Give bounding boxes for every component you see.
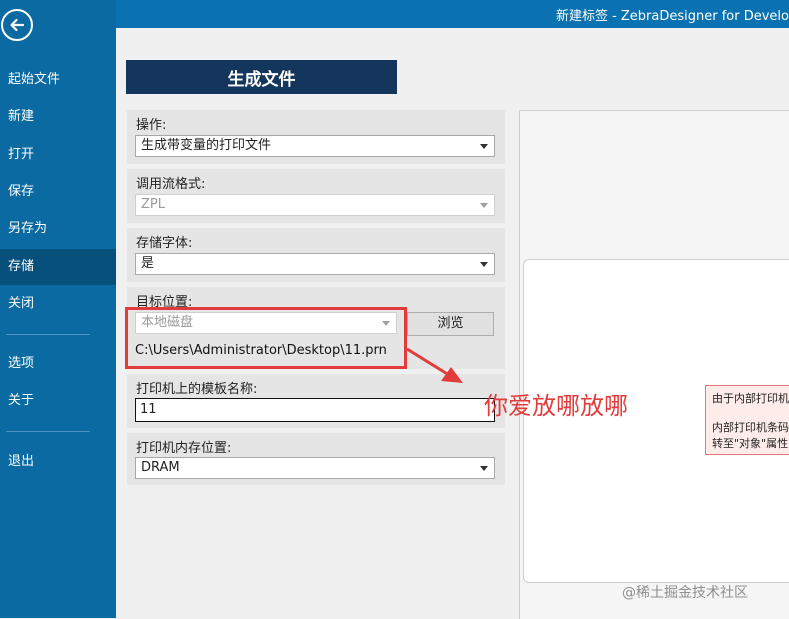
operation-value: 生成带变量的打印文件	[141, 138, 272, 153]
sidebar-item-options[interactable]: 选项	[0, 346, 116, 382]
template-name-value: 11	[140, 402, 157, 417]
watermark: @稀土掘金技术社区	[622, 585, 748, 601]
preview-warning: 由于内部打印机 内部打印机条码 转至"对象"属性	[705, 385, 789, 455]
store-fonts-value: 是	[141, 256, 155, 271]
chevron-down-icon	[480, 466, 488, 471]
memory-location-value: DRAM	[141, 460, 180, 475]
annotation-highlight-box	[125, 307, 407, 369]
sidebar-item-close[interactable]: 关闭	[0, 286, 116, 322]
sidebar-item-save[interactable]: 保存	[0, 174, 116, 210]
chevron-down-icon	[480, 262, 488, 267]
stream-format-group: 调用流格式: ZPL	[127, 169, 505, 223]
template-name-input[interactable]: 11	[135, 398, 495, 422]
sidebar-item-start[interactable]: 起始文件	[0, 62, 116, 98]
store-fonts-group: 存储字体: 是	[127, 228, 505, 282]
browse-button[interactable]: 浏览	[407, 312, 494, 336]
store-fonts-label: 存储字体:	[136, 236, 193, 251]
operation-group: 操作: 生成带变量的打印文件	[127, 110, 505, 164]
sidebar-item-about[interactable]: 关于	[0, 383, 116, 419]
memory-location-group: 打印机内存位置: DRAM	[127, 433, 505, 485]
memory-location-label: 打印机内存位置:	[136, 441, 232, 456]
chevron-down-icon	[480, 203, 488, 208]
sidebar-divider	[6, 334, 90, 335]
warning-line	[712, 406, 789, 419]
memory-location-select[interactable]: DRAM	[135, 457, 495, 479]
sidebar-item-save-as[interactable]: 另存为	[0, 211, 116, 247]
sidebar-item-open[interactable]: 打开	[0, 137, 116, 173]
annotation-text: 你爱放哪放哪	[484, 392, 628, 420]
sidebar-divider	[6, 431, 90, 432]
annotation-arrow-icon	[406, 347, 463, 383]
window-title: 新建标签 - ZebraDesigner for Develo	[555, 9, 789, 24]
sidebar-item-store[interactable]: 存储	[0, 249, 116, 285]
page-title: 生成文件	[126, 60, 397, 94]
warning-line: 内部打印机条码	[712, 421, 789, 434]
sidebar-item-exit[interactable]: 退出	[0, 444, 116, 480]
back-button[interactable]	[1, 9, 33, 41]
arrow-left-icon	[10, 18, 25, 32]
sidebar-item-new[interactable]: 新建	[0, 99, 116, 135]
stream-format-label: 调用流格式:	[136, 177, 206, 192]
title-bar: 新建标签 - ZebraDesigner for Develo	[0, 0, 789, 28]
warning-line: 转至"对象"属性	[712, 437, 789, 450]
warning-line: 由于内部打印机	[712, 392, 789, 405]
stream-format-select[interactable]: ZPL	[135, 194, 495, 216]
operation-select[interactable]: 生成带变量的打印文件	[135, 135, 495, 157]
template-name-label: 打印机上的模板名称:	[136, 382, 258, 397]
chevron-down-icon	[480, 144, 488, 149]
store-fonts-select[interactable]: 是	[135, 253, 495, 275]
backstage-sidebar: 起始文件 新建 打开 保存 另存为 存储 关闭 选项 关于 退出	[0, 0, 116, 618]
operation-label: 操作:	[136, 118, 167, 133]
stream-format-value: ZPL	[141, 197, 165, 212]
